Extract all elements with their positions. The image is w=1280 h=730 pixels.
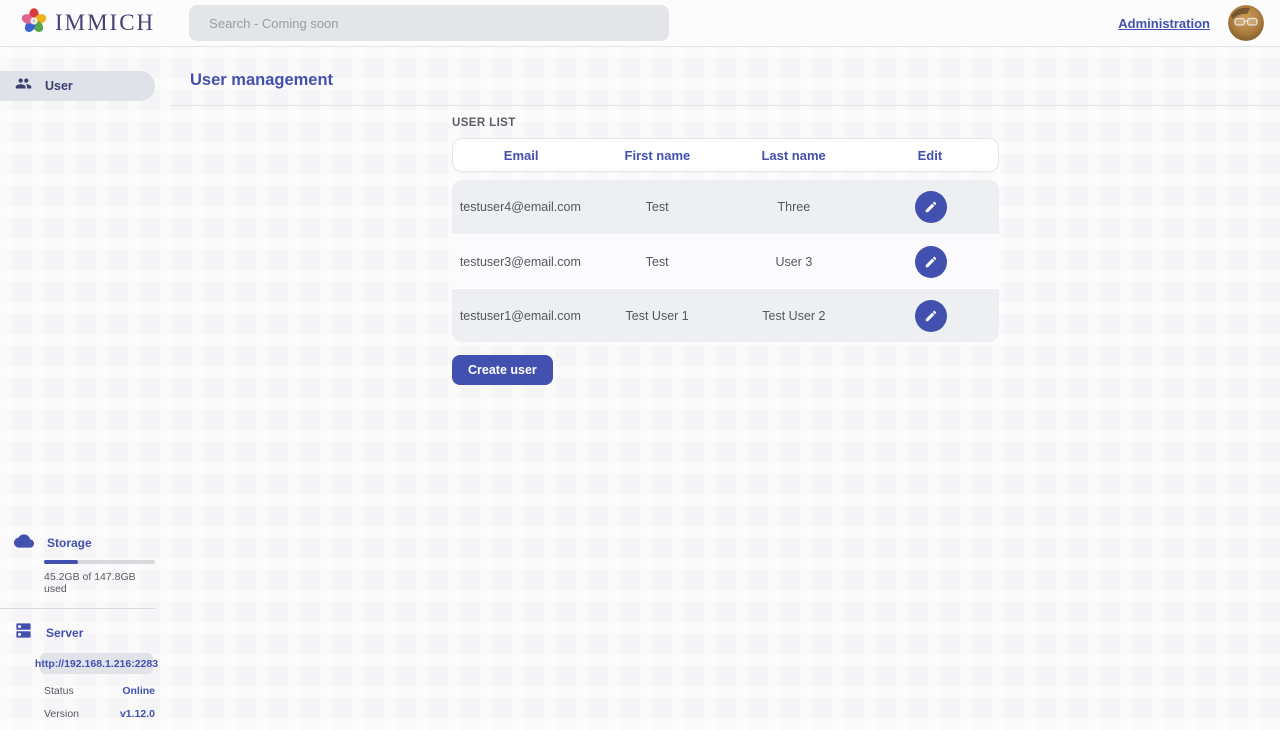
cell-email: testuser1@email.com — [452, 309, 589, 323]
pencil-icon — [924, 309, 938, 323]
sidebar-item-user-label: User — [45, 79, 73, 93]
create-user-button[interactable]: Create user — [452, 355, 553, 385]
edit-user-button[interactable] — [915, 191, 947, 223]
server-status-value: Online — [122, 685, 155, 697]
cloud-icon — [14, 531, 34, 556]
server-label: Server — [46, 626, 83, 640]
cell-last-name: Three — [726, 200, 863, 214]
cell-first-name: Test User 1 — [589, 309, 726, 323]
server-url-badge: http://192.168.1.216:2283 — [40, 653, 153, 674]
sidebar-info-panel: Storage 45.2GB of 147.8GB used Server ht… — [0, 533, 155, 720]
cell-first-name: Test — [589, 200, 726, 214]
immich-flower-icon — [20, 7, 48, 40]
user-table-body: testuser4@email.com Test Three testuser3… — [452, 180, 999, 342]
cell-email: testuser3@email.com — [452, 255, 589, 269]
server-status-label: Status — [44, 685, 74, 697]
storage-usage-text: 45.2GB of 147.8GB used — [44, 571, 155, 595]
edit-user-button[interactable] — [915, 246, 947, 278]
content-divider — [170, 105, 1280, 106]
storage-header: Storage — [0, 533, 155, 553]
server-header: Server — [0, 623, 155, 643]
cell-edit — [862, 191, 999, 223]
content-area: User management USER LIST Email First na… — [170, 47, 1280, 730]
immich-wordmark: IMMICH — [55, 10, 155, 36]
user-table-row: testuser4@email.com Test Three — [452, 180, 999, 234]
sidebar: User Storage 45.2GB of 147.8GB used — [0, 47, 170, 730]
avatar-photo-icon — [1228, 5, 1264, 41]
user-table-row: testuser1@email.com Test User 1 Test Use… — [452, 288, 999, 342]
administration-link[interactable]: Administration — [1118, 16, 1210, 31]
search-input[interactable] — [189, 5, 669, 41]
cell-edit — [862, 246, 999, 278]
server-version-row: Version v1.12.0 — [44, 708, 155, 720]
immich-logo[interactable]: IMMICH — [20, 7, 155, 40]
cell-first-name: Test — [589, 255, 726, 269]
col-header-email: Email — [453, 148, 589, 163]
cell-edit — [862, 300, 999, 332]
col-header-first-name: First name — [589, 148, 725, 163]
server-icon — [14, 621, 33, 645]
users-icon — [15, 75, 32, 97]
user-list-section: USER LIST Email First name Last name Edi… — [452, 117, 999, 385]
sidebar-divider — [0, 608, 155, 609]
storage-progress-track — [44, 560, 155, 564]
cell-email: testuser4@email.com — [452, 200, 589, 214]
cell-last-name: Test User 2 — [726, 309, 863, 323]
server-status-row: Status Online — [44, 685, 155, 697]
user-list-label: USER LIST — [452, 117, 999, 129]
app-header: IMMICH Administration — [0, 0, 1280, 47]
col-header-edit: Edit — [862, 148, 998, 163]
user-avatar[interactable] — [1228, 5, 1264, 41]
server-version-label: Version — [44, 708, 79, 720]
app-main: User Storage 45.2GB of 147.8GB used — [0, 47, 1280, 730]
sidebar-item-user[interactable]: User — [0, 71, 155, 101]
storage-progress-fill — [44, 560, 78, 564]
storage-label: Storage — [47, 536, 92, 550]
server-version-value: v1.12.0 — [120, 708, 155, 720]
col-header-last-name: Last name — [726, 148, 862, 163]
user-table-header: Email First name Last name Edit — [452, 138, 999, 172]
page-title: User management — [170, 47, 1280, 90]
user-table-row: testuser3@email.com Test User 3 — [452, 234, 999, 288]
header-right: Administration — [1118, 5, 1264, 41]
pencil-icon — [924, 200, 938, 214]
cell-last-name: User 3 — [726, 255, 863, 269]
edit-user-button[interactable] — [915, 300, 947, 332]
pencil-icon — [924, 255, 938, 269]
